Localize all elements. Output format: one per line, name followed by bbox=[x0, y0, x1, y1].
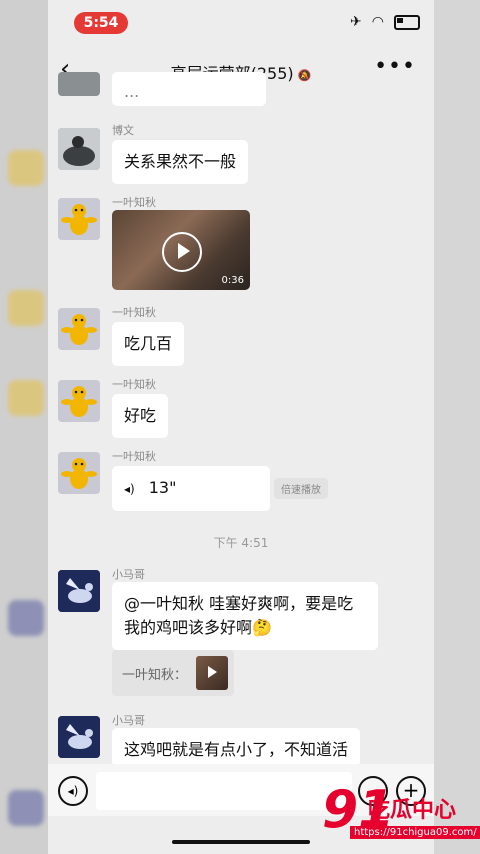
mute-icon: 🔕 bbox=[297, 69, 312, 82]
avatar[interactable] bbox=[58, 570, 100, 612]
message-timestamp: 下午 4:51 bbox=[213, 536, 269, 550]
gingerbread-avatar-icon bbox=[58, 380, 100, 422]
speed-play-button[interactable]: 倍速播放 bbox=[274, 478, 328, 499]
avatar[interactable] bbox=[58, 128, 100, 170]
message-bubble[interactable]: 吃几百 bbox=[112, 322, 185, 366]
wifi-icon: ◠ bbox=[371, 14, 384, 30]
more-options-icon[interactable]: ••• bbox=[374, 54, 416, 79]
avatar[interactable] bbox=[58, 452, 100, 494]
quoted-message[interactable]: 一叶知秋： bbox=[112, 650, 234, 696]
play-icon[interactable] bbox=[162, 232, 202, 272]
sender-name: 一叶知秋 bbox=[112, 378, 156, 391]
backdrop-blob bbox=[8, 790, 44, 826]
airplane-icon: ✈ bbox=[350, 14, 362, 30]
sender-name: 博文 bbox=[112, 124, 134, 137]
status-time: 5:54 bbox=[74, 12, 128, 34]
backdrop-blob bbox=[8, 290, 44, 326]
sender-name: 一叶知秋 bbox=[112, 196, 156, 209]
backdrop-blob bbox=[8, 380, 44, 416]
quote-sender: 一叶知秋： bbox=[122, 668, 188, 683]
voice-length: 13" bbox=[148, 478, 177, 497]
sender-name: 小马哥 bbox=[112, 714, 145, 727]
avatar-image bbox=[58, 128, 100, 170]
pegasus-avatar-icon bbox=[58, 716, 100, 758]
avatar[interactable] bbox=[58, 716, 100, 758]
status-bar: 5:54 ✈ ◠ bbox=[48, 0, 434, 42]
gingerbread-avatar-icon bbox=[58, 198, 100, 240]
message-bubble[interactable]: 这鸡吧就是有点小了，不知道活 bbox=[112, 728, 361, 766]
voice-input-icon[interactable]: ◂) bbox=[58, 776, 88, 806]
backdrop-blob bbox=[8, 150, 44, 186]
avatar[interactable] bbox=[58, 198, 100, 240]
video-message[interactable]: 0:36 bbox=[112, 210, 250, 290]
message-line: @一叶知秋 哇塞好爽啊，要是吃 bbox=[124, 594, 354, 613]
watermark-text: 吃瓜中心 bbox=[368, 798, 457, 823]
sender-name: 一叶知秋 bbox=[112, 306, 156, 319]
sender-name: 小马哥 bbox=[112, 568, 145, 581]
watermark-url: https://91chigua09.com/ bbox=[350, 826, 480, 839]
battery-icon bbox=[394, 14, 420, 30]
site-watermark: 91 吃瓜中心 https://91chigua09.com/ bbox=[322, 784, 480, 846]
avatar[interactable] bbox=[58, 72, 100, 96]
message-bubble[interactable]: 好吃 bbox=[112, 394, 169, 438]
chat-screen: 5:54 ✈ ◠ ‹ 高层运营部(255)🔕 ••• ... 博文 关系果然不一… bbox=[48, 0, 434, 854]
sender-name: 一叶知秋 bbox=[112, 450, 156, 463]
backdrop-blob bbox=[8, 600, 44, 636]
message-input[interactable] bbox=[96, 772, 352, 810]
gingerbread-avatar-icon bbox=[58, 452, 100, 494]
pegasus-avatar-icon bbox=[58, 570, 100, 612]
message-line: 我的鸡吧该多好啊🤔 bbox=[124, 618, 272, 637]
left-backdrop bbox=[0, 0, 48, 854]
message-bubble[interactable]: ... bbox=[112, 72, 266, 106]
quote-video-thumb bbox=[196, 656, 228, 690]
voice-message[interactable]: ◂) 13" bbox=[112, 466, 270, 511]
avatar[interactable] bbox=[58, 380, 100, 422]
status-icons: ✈ ◠ bbox=[350, 14, 420, 30]
home-indicator bbox=[172, 840, 310, 844]
message-bubble[interactable]: 关系果然不一般 bbox=[112, 140, 249, 184]
gingerbread-avatar-icon bbox=[58, 308, 100, 350]
avatar[interactable] bbox=[58, 308, 100, 350]
message-bubble[interactable]: @一叶知秋 哇塞好爽啊，要是吃 我的鸡吧该多好啊🤔 bbox=[112, 582, 378, 650]
video-duration: 0:36 bbox=[221, 275, 244, 286]
voice-wave-icon: ◂) bbox=[124, 482, 135, 496]
right-backdrop bbox=[432, 0, 480, 854]
